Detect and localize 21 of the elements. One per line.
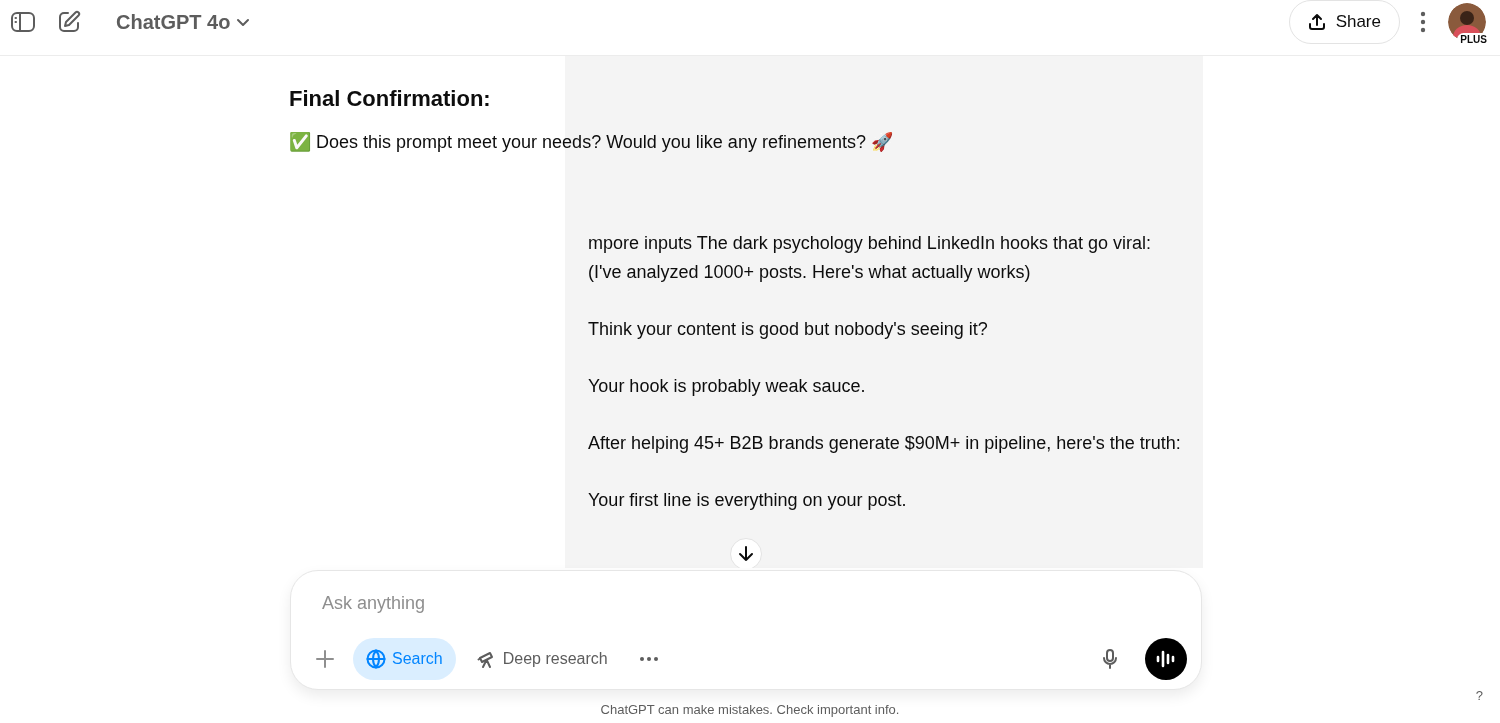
more-options-icon[interactable] [1420, 11, 1426, 33]
message-paragraph: Your first line is everything on your post. [588, 488, 908, 512]
sound-wave-icon [1155, 649, 1177, 669]
microphone-icon[interactable] [1101, 648, 1119, 670]
message-paragraph: mpore inputs The dark psychology behind LinkedIn hooks that go viral: (I've analyzed 1000+ posts. Here's what actually works) [588, 232, 1152, 284]
section-heading: Final Confirmation: [289, 85, 491, 113]
message-paragraph: After helping 45+ B2B brands generate $90M+ in pipeline, here's the truth: [588, 431, 1182, 455]
globe-icon [366, 649, 386, 669]
message-input-field[interactable]: Ask anything [307, 590, 1187, 616]
voice-mode-button[interactable] [1145, 638, 1187, 680]
new-chat-icon[interactable] [56, 9, 82, 35]
arrow-down-icon [737, 545, 755, 563]
help-button[interactable]: ? [1475, 688, 1483, 703]
assistant-message: ✅ Does this prompt meet your needs? Would you like any refinements? 🚀 [289, 131, 893, 154]
message-paragraph: Your hook is probably weak sauce. [588, 374, 867, 398]
disclaimer-text: ChatGPT can make mistakes. Check important info. [600, 702, 900, 717]
upload-icon [1307, 13, 1326, 31]
message-paragraph: Think your content is good but nobody's seeing it? [588, 317, 989, 341]
plan-badge: PLUS [1457, 33, 1490, 46]
share-button[interactable]: Share [1288, 0, 1400, 44]
sidebar-toggle-icon[interactable] [10, 9, 36, 35]
